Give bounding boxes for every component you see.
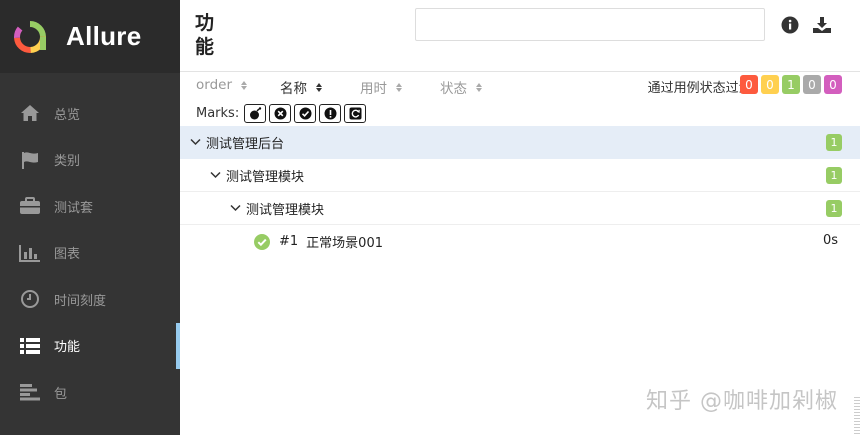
mark-new-failed-button[interactable] bbox=[269, 103, 292, 123]
mark-retries-button[interactable] bbox=[344, 103, 367, 123]
count-badge: 1 bbox=[826, 167, 842, 184]
sidebar-item-categories[interactable]: 类别 bbox=[0, 137, 180, 184]
sort-label: 状态 bbox=[440, 81, 467, 97]
header: 功能 bbox=[180, 0, 860, 72]
counter-failed[interactable]: 0 bbox=[740, 75, 758, 94]
times-circle-icon bbox=[274, 107, 287, 119]
refresh-icon bbox=[349, 107, 362, 119]
sidebar-item-label: 总览 bbox=[54, 107, 81, 123]
chevron-down-icon bbox=[229, 202, 241, 214]
tree-group-level1[interactable]: 测试管理后台 1 bbox=[180, 126, 860, 159]
sort-order[interactable]: order bbox=[196, 77, 247, 93]
sidebar-item-label: 类别 bbox=[54, 154, 81, 170]
case-number: #1 bbox=[279, 234, 299, 249]
sort-label: order bbox=[196, 77, 232, 93]
sort-arrows-icon bbox=[476, 82, 482, 92]
sidebar-nav: 总览 类别 测试套 图表 时间刻度 功能 包 bbox=[0, 90, 180, 416]
counter-skipped[interactable]: 0 bbox=[803, 75, 821, 94]
info-icon[interactable] bbox=[780, 15, 800, 35]
briefcase-icon bbox=[18, 195, 42, 217]
brand[interactable]: Allure bbox=[0, 0, 180, 73]
sidebar-item-label: 功能 bbox=[54, 340, 81, 356]
tree-group-label: 测试管理模块 bbox=[246, 202, 325, 218]
exclamation-circle-icon bbox=[324, 107, 337, 119]
sort-bar: order 名称 用时 状态 通过用例状态过滤: 0 0 1 0 0 bbox=[180, 72, 860, 100]
sidebar-item-label: 时间刻度 bbox=[54, 293, 107, 309]
tree-group-label: 测试管理模块 bbox=[226, 169, 305, 185]
chevron-down-icon bbox=[189, 136, 201, 148]
sort-status[interactable]: 状态 bbox=[440, 77, 482, 97]
sidebar-item-overview[interactable]: 总览 bbox=[0, 90, 180, 137]
case-name: 正常场景001 bbox=[306, 236, 383, 251]
sidebar-item-label: 测试套 bbox=[54, 200, 94, 216]
chevron-down-icon bbox=[209, 169, 221, 181]
watermark: 知乎 @咖啡加剁椒 bbox=[646, 389, 838, 414]
sort-name[interactable]: 名称 bbox=[280, 77, 322, 97]
bomb-icon bbox=[249, 106, 261, 119]
tree-group-label: 测试管理后台 bbox=[206, 136, 285, 152]
counter-unknown[interactable]: 0 bbox=[824, 75, 842, 94]
count-badge: 1 bbox=[826, 134, 842, 151]
passed-status-icon bbox=[254, 233, 270, 250]
test-case-row[interactable]: #1 正常场景001 0s bbox=[180, 225, 860, 258]
main-content: 功能 order 名称 用时 状态 通过用例状态过滤: 0 0 1 0 0 Ma… bbox=[180, 0, 860, 435]
sort-label: 用时 bbox=[360, 81, 387, 97]
list-icon bbox=[18, 335, 42, 357]
mark-new-broken-button[interactable] bbox=[319, 103, 342, 123]
counter-passed[interactable]: 1 bbox=[782, 75, 800, 94]
sidebar-item-label: 包 bbox=[54, 386, 68, 402]
mark-flaky-button[interactable] bbox=[244, 103, 267, 123]
sidebar-item-graphs[interactable]: 图表 bbox=[0, 230, 180, 277]
sort-duration[interactable]: 用时 bbox=[360, 77, 402, 97]
sort-arrows-icon bbox=[241, 80, 247, 90]
allure-logo-icon bbox=[12, 19, 48, 55]
marks-label: Marks: bbox=[196, 105, 240, 121]
sidebar-item-timeline[interactable]: 时间刻度 bbox=[0, 276, 180, 323]
marks-bar: Marks: bbox=[180, 100, 860, 126]
resize-handle[interactable] bbox=[854, 397, 860, 435]
home-icon bbox=[18, 102, 42, 124]
tree-group-level3[interactable]: 测试管理模块 1 bbox=[180, 192, 860, 225]
sort-arrows-icon bbox=[396, 82, 402, 92]
counter-broken[interactable]: 0 bbox=[761, 75, 779, 94]
case-duration: 0s bbox=[822, 233, 838, 248]
behaviors-tree: 测试管理后台 1 测试管理模块 1 测试管理模块 1 #1 正常场景001 0s bbox=[180, 126, 860, 258]
sort-arrows-icon bbox=[316, 82, 322, 92]
mark-new-passed-button[interactable] bbox=[294, 103, 317, 123]
sidebar: Allure 总览 类别 测试套 图表 时间刻度 功能 包 bbox=[0, 0, 180, 435]
bar-chart-icon bbox=[18, 242, 42, 264]
search-input[interactable] bbox=[415, 8, 765, 41]
clock-icon bbox=[18, 288, 42, 310]
tree-group-level2[interactable]: 测试管理模块 1 bbox=[180, 159, 860, 192]
check-circle-icon bbox=[299, 107, 312, 119]
sidebar-item-packages[interactable]: 包 bbox=[0, 369, 180, 416]
brand-name: Allure bbox=[66, 21, 142, 51]
sort-label: 名称 bbox=[280, 81, 307, 97]
sidebar-item-label: 图表 bbox=[54, 247, 81, 263]
align-left-icon bbox=[18, 381, 42, 403]
status-filter-counters: 0 0 1 0 0 bbox=[740, 75, 842, 94]
sidebar-item-suites[interactable]: 测试套 bbox=[0, 183, 180, 230]
count-badge: 1 bbox=[826, 200, 842, 217]
sidebar-item-behaviors[interactable]: 功能 bbox=[0, 322, 180, 370]
download-icon[interactable] bbox=[812, 15, 832, 35]
flag-icon bbox=[18, 149, 42, 171]
page-title: 功能 bbox=[195, 12, 215, 58]
